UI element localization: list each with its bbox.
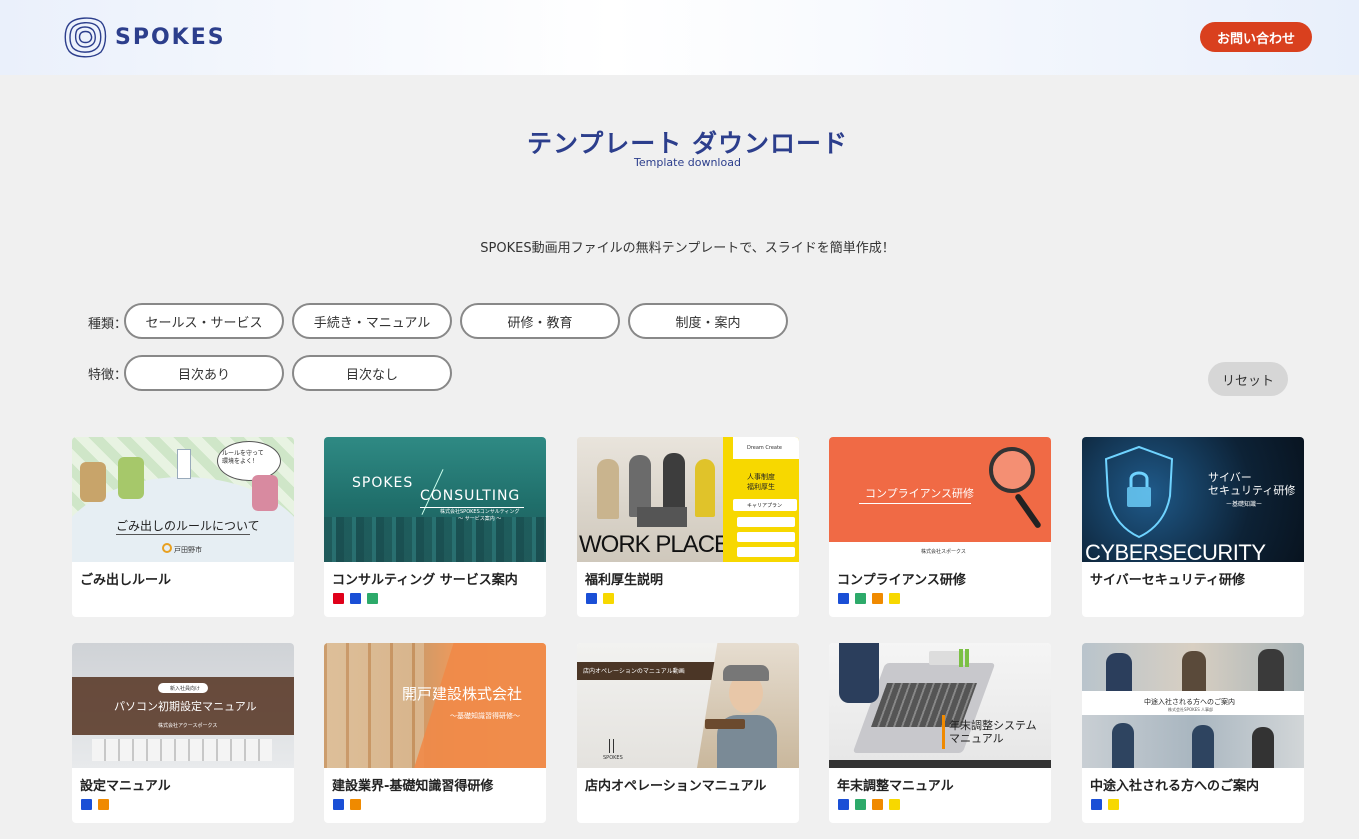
color-tags [586,593,614,604]
site-header: SPOKES お問い合わせ [0,0,1359,75]
color-tag-blue [838,593,849,604]
card-thumbnail: 開戸建設株式会社 〜基礎知識習得研修〜 [324,643,546,768]
spokes-logo-icon [64,17,107,58]
thumb-text: パソコン初期設定マニュアル [114,700,257,713]
template-card[interactable]: 年末調整システム マニュアル 年末調整マニュアル [829,643,1051,823]
thumb-text: コンプライアンス研修 [865,487,975,500]
feature-filter-label: 特徴： [88,368,128,383]
color-tag-yellow [889,799,900,810]
card-thumbnail: サイバー セキュリティ研修 ー基礎知識ー CYBERSECURITY [1082,437,1304,562]
thumb-text: サイバー セキュリティ研修 [1208,471,1296,497]
thumb-text: 中途入社される方へのご案内 [1144,698,1235,706]
color-tags [1091,799,1119,810]
card-title: コンサルティング サービス案内 [332,573,518,588]
page-subtitle: Template download [634,156,741,169]
reset-button[interactable]: リセット [1208,362,1288,396]
card-thumbnail: SPOKES CONSULTING 株式会社SPOKESコンサルティング 〜 サ… [324,437,546,562]
thumb-text: 開戸建設株式会社 [402,685,523,703]
card-title: コンプライアンス研修 [837,573,966,588]
color-tag-yellow [889,593,900,604]
thumb-text: SPOKES [603,755,623,761]
thumb-text: 新入社員向け [170,686,201,692]
thumb-text: Dream Create [747,445,783,451]
card-thumbnail: 新入社員向け パソコン初期設定マニュアル 株式会社アクースポークス [72,643,294,768]
thumb-text: 株式会社SPOKES 人事部 [1168,707,1214,712]
lead-text: SPOKES動画用ファイルの無料テンプレートで、スライドを簡単作成！ [480,241,895,256]
template-card[interactable]: 中途入社される方へのご案内 株式会社SPOKES 人事部 中途入社される方へのご… [1082,643,1304,823]
thumb-text: WORK PLACE [579,531,730,558]
card-title: 建設業界-基礎知識習得研修 [332,779,494,794]
color-tag-blue [350,593,361,604]
filter-feature-without-toc[interactable]: 目次なし [292,355,452,391]
thumb-text: ごみ出しのルールについて [116,519,260,533]
thumb-text: 株式会社アクースポークス [158,723,218,729]
thumb-text: 株式会社スポークス [921,549,966,555]
contact-button[interactable]: お問い合わせ [1200,22,1312,52]
color-tag-green [855,799,866,810]
card-title: ごみ出しルール [80,573,172,588]
shield-lock-icon [1104,445,1174,539]
color-tag-orange [98,799,109,810]
brand-name: SPOKES [115,24,226,50]
template-card[interactable]: サイバー セキュリティ研修 ー基礎知識ー CYBERSECURITY サイバーセ… [1082,437,1304,617]
color-tag-blue [81,799,92,810]
template-card[interactable]: 開戸建設株式会社 〜基礎知識習得研修〜 建設業界-基礎知識習得研修 [324,643,546,823]
template-card[interactable]: SPOKES CONSULTING 株式会社SPOKESコンサルティング 〜 サ… [324,437,546,617]
thumb-text: ー基礎知識ー [1226,501,1263,508]
color-tag-yellow [1108,799,1119,810]
card-thumbnail: 年末調整システム マニュアル [829,643,1051,768]
thumb-text: 〜基礎知識習得研修〜 [450,712,520,720]
color-tag-blue [586,593,597,604]
spokes-logo[interactable]: SPOKES [63,14,226,60]
template-card[interactable]: コンプライアンス研修 株式会社スポークス コンプライアンス研修 [829,437,1051,617]
filter-type-manual[interactable]: 手続き・マニュアル [292,303,452,339]
color-tag-blue [1091,799,1102,810]
card-thumbnail: ルールを守って 環境をよく！ ごみ出しのルールについて 戸田野市 [72,437,294,562]
page-title: テンプレート ダウンロード [527,129,848,158]
color-tag-blue [838,799,849,810]
template-card[interactable]: WORK PLACE Dream Create 人事制度 福利厚生 キャリアプラ… [577,437,799,617]
card-thumbnail: 店内オペレーションのマニュアル動画 SPOKES [577,643,799,768]
card-thumbnail: WORK PLACE Dream Create 人事制度 福利厚生 キャリアプラ… [577,437,799,562]
color-tags [81,799,109,810]
card-title: 年末調整マニュアル [837,779,954,794]
filter-type-sales[interactable]: セールス・サービス [124,303,284,339]
color-tags [333,799,361,810]
template-card[interactable]: ルールを守って 環境をよく！ ごみ出しのルールについて 戸田野市 ごみ出しルール [72,437,294,617]
card-thumbnail: コンプライアンス研修 株式会社スポークス [829,437,1051,562]
template-card[interactable]: 店内オペレーションのマニュアル動画 SPOKES 店内オペレーションマニュアル [577,643,799,823]
thumb-text: 店内オペレーションのマニュアル動画 [583,668,685,675]
color-tag-orange [350,799,361,810]
thumb-text: 年末調整システム マニュアル [949,719,1037,745]
card-title: 店内オペレーションマニュアル [585,779,767,794]
filter-type-system[interactable]: 制度・案内 [628,303,788,339]
color-tags [838,799,900,810]
template-card[interactable]: 新入社員向け パソコン初期設定マニュアル 株式会社アクースポークス 設定マニュア… [72,643,294,823]
color-tag-yellow [603,593,614,604]
color-tag-orange [872,593,883,604]
color-tag-blue [333,799,344,810]
card-title: 中途入社される方へのご案内 [1090,779,1260,794]
color-tag-green [855,593,866,604]
card-title: 福利厚生説明 [585,573,664,588]
thumb-text: CYBERSECURITY [1085,540,1266,562]
thumb-text: ルールを守って 環境をよく！ [222,450,264,465]
type-filter-label: 種類： [88,317,128,332]
thumb-text: SPOKES [352,475,414,491]
card-title: 設定マニュアル [80,779,171,794]
filter-feature-with-toc[interactable]: 目次あり [124,355,284,391]
card-thumbnail: 中途入社される方へのご案内 株式会社SPOKES 人事部 [1082,643,1304,768]
color-tags [838,593,900,604]
color-tag-green [367,593,378,604]
thumb-text: 戸田野市 [174,546,202,554]
color-tag-orange [872,799,883,810]
filter-type-training[interactable]: 研修・教育 [460,303,620,339]
thumb-text: CONSULTING [420,488,521,504]
thumb-text: 株式会社SPOKESコンサルティング 〜 サービス案内 〜 [440,509,520,522]
thumb-text: 人事制度 福利厚生 [747,473,775,491]
color-tag-red [333,593,344,604]
thumb-text: キャリアプラン [747,503,783,509]
color-tags [333,593,378,604]
card-title: サイバーセキュリティ研修 [1090,573,1245,588]
